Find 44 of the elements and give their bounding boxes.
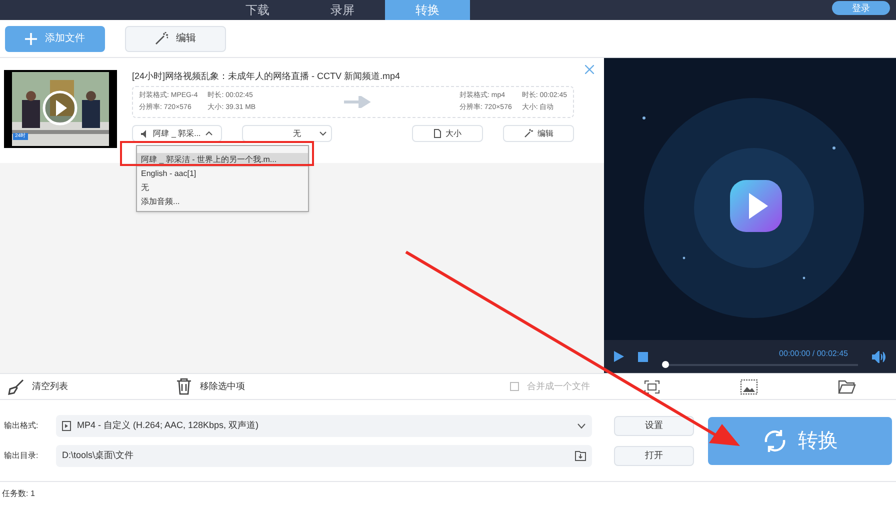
directory-field[interactable]: D:\tools\桌面\文件 xyxy=(56,444,592,466)
caret-icon xyxy=(204,131,213,136)
open-button[interactable]: 打开 xyxy=(614,446,694,466)
document-icon xyxy=(434,129,440,138)
merge-label: 合并成一个文件 xyxy=(527,380,591,393)
progress-thumb[interactable] xyxy=(662,360,669,368)
caret-icon xyxy=(319,131,327,136)
magic-wand-icon xyxy=(155,32,168,45)
subtitle-dropdown[interactable]: 无 xyxy=(242,125,332,142)
stop-icon[interactable] xyxy=(638,352,648,362)
file-title: [24小时]网络视频乱象：未成年人的网络直播 - CCTV 新闻频道.mp4 xyxy=(132,70,402,83)
time-display: 00:00:00 / 00:02:45 xyxy=(779,348,849,360)
refresh-icon xyxy=(762,428,788,454)
format-dropdown[interactable]: MP4 - 自定义 (H.264; AAC, 128Kbps, 双声道) xyxy=(56,414,592,436)
screenshot-icon[interactable] xyxy=(644,380,660,394)
plus-icon xyxy=(25,32,37,44)
top-tab[interactable]: 录屏 xyxy=(300,0,385,20)
edit-button[interactable]: 编辑 xyxy=(125,26,226,52)
image-icon[interactable] xyxy=(740,378,758,394)
chevron-down-icon xyxy=(577,422,586,428)
directory-label: 输出目录: xyxy=(4,450,40,462)
remove-selected-label[interactable]: 移除选中项 xyxy=(200,380,245,394)
folder-download-icon[interactable] xyxy=(575,450,586,460)
size-button[interactable]: 大小 xyxy=(412,125,483,142)
settings-button[interactable]: 设置 xyxy=(614,416,694,436)
task-count: 任务数: 1 xyxy=(2,488,35,500)
play-icon[interactable] xyxy=(42,90,78,126)
audio-track-dropdown[interactable]: 阿肆 _ 郭采... xyxy=(132,125,222,142)
format-label: 输出格式: xyxy=(4,420,40,432)
volume-icon[interactable] xyxy=(872,350,886,362)
edit-file-button[interactable]: 编辑 xyxy=(503,125,574,142)
menu-item[interactable]: English - aac[1] xyxy=(137,167,308,181)
video-file-icon xyxy=(62,420,71,430)
folder-icon[interactable] xyxy=(838,380,856,394)
trash-icon[interactable] xyxy=(176,378,192,395)
menu-item[interactable]: 添加音频... xyxy=(137,195,308,209)
broom-icon[interactable] xyxy=(8,378,24,394)
top-tab[interactable]: 下载 xyxy=(215,0,300,20)
merge-checkbox[interactable] xyxy=(510,382,519,391)
clear-list-label[interactable]: 清空列表 xyxy=(32,380,68,394)
menu-item[interactable]: 无 xyxy=(137,181,308,195)
magic-wand-icon xyxy=(524,129,532,138)
arrow-icon xyxy=(344,96,372,108)
play-icon[interactable] xyxy=(614,351,624,362)
